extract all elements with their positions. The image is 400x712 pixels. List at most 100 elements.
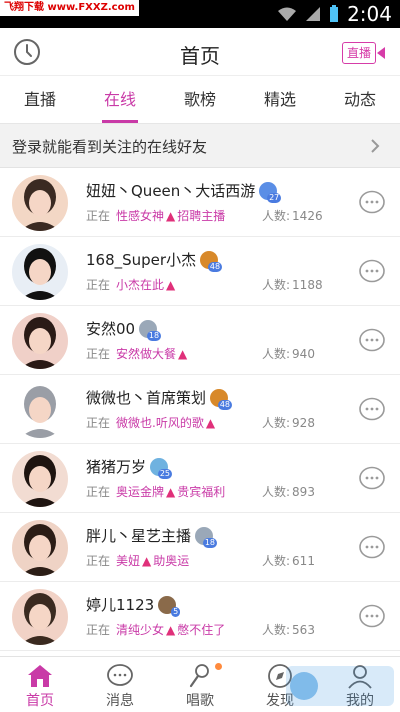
host-name: 妞妞丶Queen丶大话西游 [86,182,256,200]
nav-sing[interactable]: 唱歌 [160,657,240,712]
viewer-count-label: 人数: [262,416,291,430]
fire-icon: ▲ [166,208,176,223]
host-name: 微微也丶首席策划 [86,389,207,407]
battery-icon [330,5,339,22]
viewer-count: 1426 [292,209,323,223]
avatar[interactable] [12,244,68,300]
chat-icon[interactable] [358,327,386,355]
live-button[interactable]: 直播 [341,40,386,66]
level-number: 48 [207,261,223,272]
status-label: 正在 [86,623,111,637]
host-row[interactable]: 胖儿丶星艺主播 18 正在 美妞 ▲ 助奥运 人数: 611 [0,513,400,582]
show-subtitle: 招聘主播 [177,209,226,223]
host-row[interactable]: 妞妞丶Queen丶大话西游 27 正在 性感女神 ▲ 招聘主播 人数: 1426 [0,168,400,237]
status-label: 正在 [86,347,111,361]
chat-icon[interactable] [358,534,386,562]
chat-icon[interactable] [358,189,386,217]
show-subtitle: 助奥运 [153,554,190,568]
fire-icon: ▲ [166,484,176,499]
viewer-count: 928 [292,416,315,430]
level-badge-icon: 48 [210,388,233,410]
level-number: 18 [146,330,162,341]
tab-feed[interactable]: 动态 [320,76,400,123]
tab-featured[interactable]: 精选 [240,76,320,123]
camera-icon [377,47,385,59]
viewer-count: 611 [292,554,315,568]
watermark: 飞翔下载 www.FXXZ.com [0,0,139,16]
host-name: 猪猪万岁 [86,458,147,476]
host-row[interactable]: 猪猪万岁 25 正在 奥运金牌 ▲ 贵宾福利 人数: 893 [0,444,400,513]
status-label: 正在 [86,485,111,499]
status-label: 正在 [86,209,111,223]
avatar[interactable] [12,175,68,231]
viewer-count: 940 [292,347,315,361]
nav-home[interactable]: 首页 [0,657,80,712]
level-badge-icon: 18 [195,526,218,548]
avatar[interactable] [12,451,68,507]
watermark-logo [286,666,394,706]
show-subtitle: 憋不住了 [177,623,226,637]
live-button-label: 直播 [341,42,376,64]
fire-icon: ▲ [142,553,152,568]
host-row[interactable]: 微微也丶首席策划 48 正在 微微也.听风的歌 ▲ 人数: 928 [0,375,400,444]
viewer-count-label: 人数: [262,209,291,223]
show-title: 美妞 [116,554,141,568]
login-banner-text: 登录就能看到关注的在线好友 [12,138,208,156]
microphone-icon [189,664,209,688]
tab-online[interactable]: 在线 [80,76,160,123]
login-banner[interactable]: 登录就能看到关注的在线好友 [0,124,400,168]
host-name: 婷儿1123 [86,596,155,614]
avatar[interactable] [12,313,68,369]
avatar[interactable] [12,382,68,438]
chat-icon[interactable] [358,396,386,424]
level-number: 48 [217,399,233,410]
tab-song-chart[interactable]: 歌榜 [160,76,240,123]
viewer-count-label: 人数: [262,347,291,361]
tab-live[interactable]: 直播 [0,76,80,123]
viewer-count-label: 人数: [262,485,291,499]
status-label: 正在 [86,554,111,568]
fire-icon: ▲ [166,622,176,637]
host-row[interactable]: 168_Super小杰 48 正在 小杰在此 ▲ 人数: 1188 [0,237,400,306]
chat-icon[interactable] [358,603,386,631]
chat-icon[interactable] [358,258,386,286]
level-badge-icon: 18 [139,319,162,341]
level-badge-icon: 25 [150,457,173,479]
message-icon [107,664,133,686]
fire-icon: ▲ [178,346,188,361]
show-title: 小杰在此 [116,278,165,292]
viewer-count: 563 [292,623,315,637]
viewer-count-label: 人数: [262,623,291,637]
host-row[interactable]: 安然00 18 正在 安然做大餐 ▲ 人数: 940 [0,306,400,375]
status-bar: 飞翔下载 www.FXXZ.com 2:04 [0,0,400,28]
show-title: 安然做大餐 [116,347,177,361]
app-header: 首页 直播 [0,28,400,76]
host-name: 胖儿丶星艺主播 [86,527,192,545]
level-badge-icon: 48 [200,250,223,272]
level-badge-icon: 27 [259,181,282,203]
avatar[interactable] [12,589,68,645]
show-title: 微微也.听风的歌 [116,416,204,430]
show-title: 奥运金牌 [116,485,165,499]
level-number: 25 [157,468,173,479]
chat-icon[interactable] [358,465,386,493]
nav-messages[interactable]: 消息 [80,657,222,712]
clock: 2:04 [347,2,392,26]
signal-icon [306,7,321,21]
home-icon [28,665,52,687]
viewer-count: 893 [292,485,315,499]
level-number: 18 [202,537,218,548]
host-name: 168_Super小杰 [86,251,197,269]
wifi-icon [278,7,297,21]
level-badge-icon: 5 [158,595,181,617]
chevron-right-icon [371,139,380,153]
level-number: 5 [171,606,181,617]
host-row[interactable]: 婷儿1123 5 正在 清纯少女 ▲ 憋不住了 人数: 563 [0,582,400,651]
viewer-count-label: 人数: [262,554,291,568]
viewer-count: 1188 [292,278,323,292]
viewer-count-label: 人数: [262,278,291,292]
page-title: 首页 [180,44,220,68]
show-subtitle: 贵宾福利 [177,485,226,499]
fire-icon: ▲ [166,277,176,292]
avatar[interactable] [12,520,68,576]
